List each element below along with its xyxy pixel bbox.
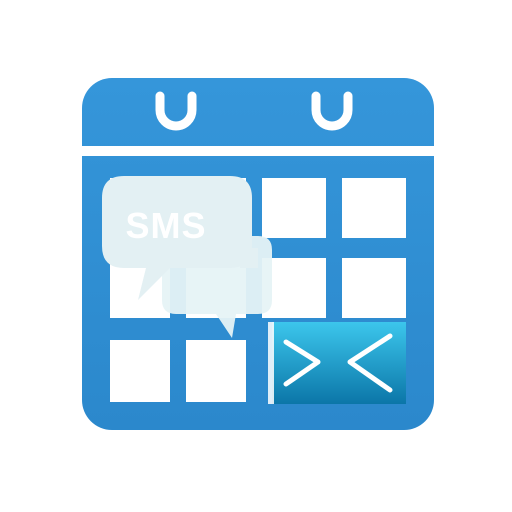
chat-bubble-notch	[240, 248, 258, 268]
envelope-body	[272, 322, 406, 404]
calendar-cell	[342, 258, 406, 318]
envelope-left-edge	[268, 322, 274, 404]
bubble-sms-label: SMS	[125, 205, 206, 246]
calendar-cell	[186, 340, 246, 402]
calendar-cell	[110, 340, 170, 402]
calendar-cell	[262, 178, 326, 238]
calendar-cell	[342, 178, 406, 238]
envelope-icon	[268, 322, 406, 404]
sms-scheduler-app-icon: SMS	[82, 78, 434, 430]
calendar-header-divider	[82, 146, 434, 156]
icon-canvas: SMS	[0, 0, 512, 512]
